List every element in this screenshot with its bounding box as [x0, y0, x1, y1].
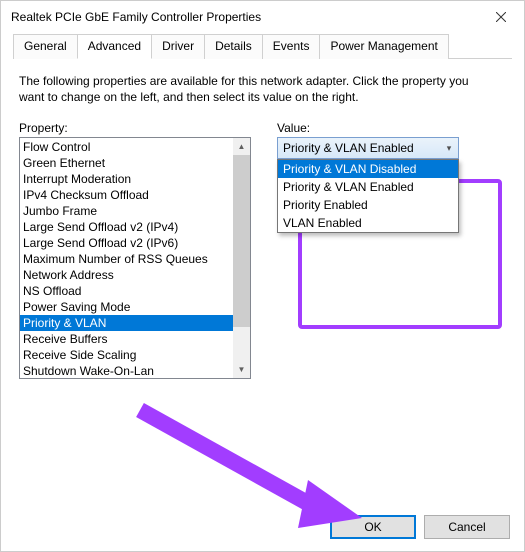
property-item[interactable]: Priority & VLAN [20, 315, 233, 331]
tab-driver[interactable]: Driver [151, 34, 205, 59]
value-combobox[interactable]: Priority & VLAN Enabled ▾ [277, 137, 459, 159]
tab-general[interactable]: General [13, 34, 78, 59]
scroll-thumb[interactable] [233, 155, 250, 327]
scroll-down-button[interactable]: ▼ [233, 361, 250, 378]
property-item[interactable]: Network Address [20, 267, 233, 283]
dropdown-option[interactable]: Priority & VLAN Enabled [278, 178, 458, 196]
combobox-selected-text: Priority & VLAN Enabled [283, 141, 440, 155]
property-item[interactable]: Flow Control [20, 139, 233, 155]
close-icon [496, 12, 506, 22]
property-item[interactable]: Power Saving Mode [20, 299, 233, 315]
property-item[interactable]: Large Send Offload v2 (IPv6) [20, 235, 233, 251]
property-listbox[interactable]: Flow ControlGreen EthernetInterrupt Mode… [19, 137, 251, 379]
ok-button[interactable]: OK [330, 515, 416, 539]
property-label: Property: [19, 121, 251, 135]
scroll-track[interactable] [233, 327, 250, 361]
tab-power-management[interactable]: Power Management [319, 34, 448, 59]
dropdown-option[interactable]: Priority Enabled [278, 196, 458, 214]
tab-events[interactable]: Events [262, 34, 321, 59]
property-item[interactable]: Green Ethernet [20, 155, 233, 171]
tab-advanced[interactable]: Advanced [77, 34, 152, 59]
property-item[interactable]: Shutdown Wake-On-Lan [20, 363, 233, 378]
property-item[interactable]: NS Offload [20, 283, 233, 299]
property-item[interactable]: Receive Buffers [20, 331, 233, 347]
value-dropdown[interactable]: Priority & VLAN DisabledPriority & VLAN … [277, 159, 459, 233]
properties-dialog: Realtek PCIe GbE Family Controller Prope… [0, 0, 525, 552]
cancel-button[interactable]: Cancel [424, 515, 510, 539]
description-text: The following properties are available f… [19, 73, 489, 105]
property-item[interactable]: Receive Side Scaling [20, 347, 233, 363]
property-item[interactable]: Interrupt Moderation [20, 171, 233, 187]
value-label: Value: [277, 121, 506, 135]
scroll-up-button[interactable]: ▲ [233, 138, 250, 155]
tab-body-advanced: The following properties are available f… [1, 59, 524, 503]
property-item[interactable]: Maximum Number of RSS Queues [20, 251, 233, 267]
property-item[interactable]: Jumbo Frame [20, 203, 233, 219]
property-item[interactable]: IPv4 Checksum Offload [20, 187, 233, 203]
close-button[interactable] [478, 1, 524, 33]
titlebar: Realtek PCIe GbE Family Controller Prope… [1, 1, 524, 33]
dialog-footer: OK Cancel [1, 503, 524, 551]
tab-details[interactable]: Details [204, 34, 263, 59]
dropdown-option[interactable]: VLAN Enabled [278, 214, 458, 232]
tabstrip: General Advanced Driver Details Events P… [13, 33, 512, 59]
property-item[interactable]: Large Send Offload v2 (IPv4) [20, 219, 233, 235]
scrollbar[interactable]: ▲ ▼ [233, 138, 250, 378]
chevron-down-icon: ▾ [440, 138, 458, 158]
window-title: Realtek PCIe GbE Family Controller Prope… [11, 10, 478, 24]
dropdown-option[interactable]: Priority & VLAN Disabled [278, 160, 458, 178]
